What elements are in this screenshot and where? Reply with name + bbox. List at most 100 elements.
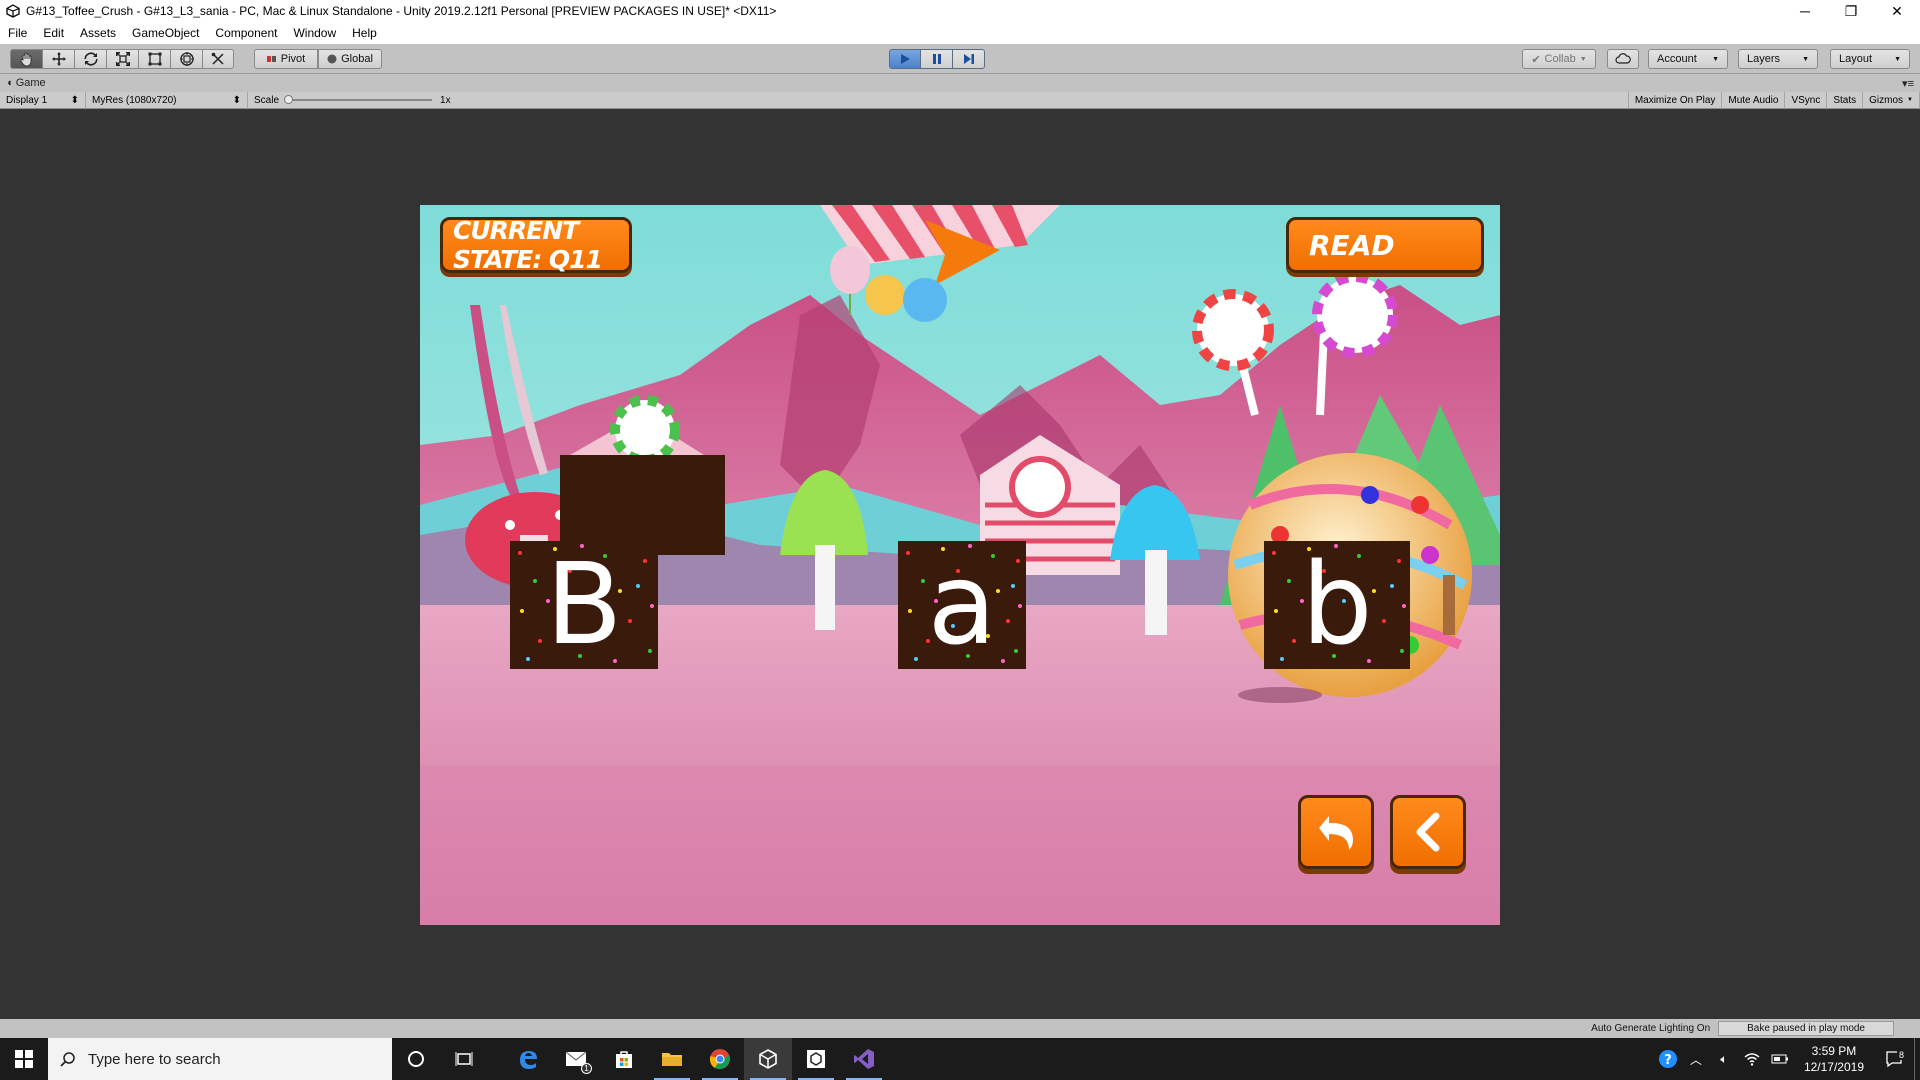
- step-button[interactable]: [953, 49, 985, 69]
- letter-block-2[interactable]: a: [898, 541, 1026, 669]
- task-view-icon: [455, 1052, 473, 1066]
- maximize-on-play-toggle[interactable]: Maximize On Play: [1627, 91, 1723, 109]
- letter-b: b: [1301, 541, 1373, 669]
- menu-bar: File Edit Assets GameObject Component Wi…: [0, 22, 1920, 44]
- display-label: Display 1: [6, 94, 48, 106]
- scale-control: Scale 1x: [248, 92, 457, 109]
- unity-icon: [759, 1049, 777, 1069]
- help-icon[interactable]: ?: [1654, 1049, 1682, 1069]
- pivot-toggle[interactable]: Pivot: [254, 49, 318, 69]
- resolution-dropdown[interactable]: MyRes (1080x720) ⬍: [86, 91, 248, 109]
- game-viewport[interactable]: CURRENT STATE: Q11 READ B a b: [0, 109, 1920, 1019]
- transform-tools: [10, 49, 234, 69]
- scale-label: Scale: [254, 94, 280, 106]
- title-bar: G#13_Toffee_Crush - G#13_L3_sania - PC, …: [0, 0, 1920, 22]
- menu-help[interactable]: Help: [344, 26, 385, 40]
- global-toggle[interactable]: Global: [318, 49, 382, 69]
- gamepad-icon: ◖: [6, 77, 16, 89]
- taskbar-clock[interactable]: 3:59 PM 12/17/2019: [1794, 1043, 1874, 1075]
- visual-studio-icon: [854, 1049, 874, 1069]
- scale-slider[interactable]: [284, 95, 433, 104]
- clock-time: 3:59 PM: [1811, 1044, 1857, 1058]
- store-button[interactable]: [600, 1038, 648, 1080]
- layers-dropdown[interactable]: Layers ▼: [1738, 49, 1818, 69]
- undo-button[interactable]: [1298, 795, 1374, 869]
- move-tool-button[interactable]: [42, 49, 74, 69]
- file-explorer-button[interactable]: [648, 1038, 696, 1080]
- taskbar-search[interactable]: Type here to search: [48, 1038, 392, 1080]
- edge-button[interactable]: [504, 1038, 552, 1080]
- play-button[interactable]: [889, 49, 921, 69]
- mail-button[interactable]: 1: [552, 1038, 600, 1080]
- undo-icon: [1319, 816, 1353, 850]
- chrome-button[interactable]: [696, 1038, 744, 1080]
- tools-icon: [211, 52, 224, 65]
- letter-block-1[interactable]: B: [510, 541, 658, 669]
- gizmos-dropdown[interactable]: Gizmos ▼: [1863, 91, 1920, 109]
- visual-studio-button[interactable]: [840, 1038, 888, 1080]
- unity-button[interactable]: [744, 1038, 792, 1080]
- chevron-down-icon: ▼: [1907, 97, 1913, 103]
- menu-edit[interactable]: Edit: [35, 26, 72, 40]
- transform-icon: [179, 52, 194, 66]
- rotate-icon: [83, 52, 98, 66]
- wifi-icon[interactable]: [1738, 1052, 1766, 1066]
- pivot-icon: [266, 56, 276, 62]
- game-screen[interactable]: CURRENT STATE: Q11 READ B a b: [420, 205, 1500, 925]
- account-dropdown[interactable]: Account ▼: [1648, 49, 1728, 69]
- current-state-button[interactable]: CURRENT STATE: Q11: [440, 216, 632, 274]
- volume-icon[interactable]: 🔈︎: [1710, 1052, 1738, 1067]
- rect-tool-button[interactable]: [138, 49, 170, 69]
- bake-status: Bake paused in play mode: [1718, 1021, 1894, 1036]
- minimize-button[interactable]: ─: [1782, 0, 1828, 22]
- resolution-label: MyRes (1080x720): [92, 94, 177, 106]
- cloud-icon: [1615, 53, 1631, 64]
- cortana-button[interactable]: [392, 1038, 440, 1080]
- hand-tool-button[interactable]: [10, 49, 42, 69]
- chevron-up-icon[interactable]: ︿: [1682, 1051, 1710, 1068]
- close-button[interactable]: ✕: [1874, 0, 1920, 22]
- mute-audio-toggle[interactable]: Mute Audio: [1722, 91, 1786, 109]
- display-dropdown[interactable]: Display 1 ⬍: [0, 91, 86, 109]
- collab-dropdown[interactable]: ✔ Collab ▼: [1522, 49, 1596, 69]
- menu-gameobject[interactable]: GameObject: [124, 26, 207, 40]
- updown-icon: ⬍: [70, 94, 79, 106]
- search-placeholder: Type here to search: [88, 1050, 221, 1068]
- show-desktop-button[interactable]: [1914, 1038, 1920, 1080]
- rotate-tool-button[interactable]: [74, 49, 106, 69]
- layout-dropdown[interactable]: Layout ▼: [1830, 49, 1910, 69]
- playback-controls: [889, 49, 985, 69]
- menu-component[interactable]: Component: [207, 26, 285, 40]
- pause-button[interactable]: [921, 49, 953, 69]
- main-toolbar: Pivot Global ✔ Collab ▼ Account ▼ Layers ▼ L…: [0, 44, 1920, 74]
- edge-icon: [520, 1051, 537, 1069]
- unity-hub-button[interactable]: [792, 1038, 840, 1080]
- cortana-icon: [408, 1051, 424, 1067]
- cloud-button[interactable]: [1607, 49, 1639, 69]
- menu-window[interactable]: Window: [285, 26, 344, 40]
- battery-icon[interactable]: [1766, 1053, 1794, 1065]
- notification-center-button[interactable]: 8: [1874, 1050, 1914, 1068]
- pivot-label: Pivot: [280, 53, 306, 65]
- read-button[interactable]: READ: [1286, 217, 1484, 273]
- back-button[interactable]: [1390, 795, 1466, 869]
- maximize-button[interactable]: ❐: [1828, 0, 1874, 22]
- vsync-toggle[interactable]: VSync: [1785, 91, 1828, 109]
- stats-toggle[interactable]: Stats: [1827, 91, 1864, 109]
- transform-tool-button[interactable]: [170, 49, 202, 69]
- game-tab-row: ◖ Game ▾≡: [0, 74, 1920, 92]
- mail-badge: 1: [581, 1063, 592, 1074]
- tab-game[interactable]: ◖ Game: [0, 77, 46, 89]
- letter-block-3[interactable]: b: [1264, 541, 1410, 669]
- custom-tool-button[interactable]: [202, 49, 234, 69]
- pause-icon: [932, 54, 941, 64]
- clock-date: 12/17/2019: [1803, 1060, 1864, 1074]
- menu-file[interactable]: File: [0, 26, 35, 40]
- scale-slider-thumb[interactable]: [284, 95, 294, 104]
- tab-menu-icon[interactable]: ▾≡: [1902, 77, 1920, 90]
- scale-tool-button[interactable]: [106, 49, 138, 69]
- task-view-button[interactable]: [440, 1038, 488, 1080]
- start-button[interactable]: [0, 1038, 48, 1080]
- menu-assets[interactable]: Assets: [72, 26, 124, 40]
- folder-icon: [662, 1053, 682, 1066]
